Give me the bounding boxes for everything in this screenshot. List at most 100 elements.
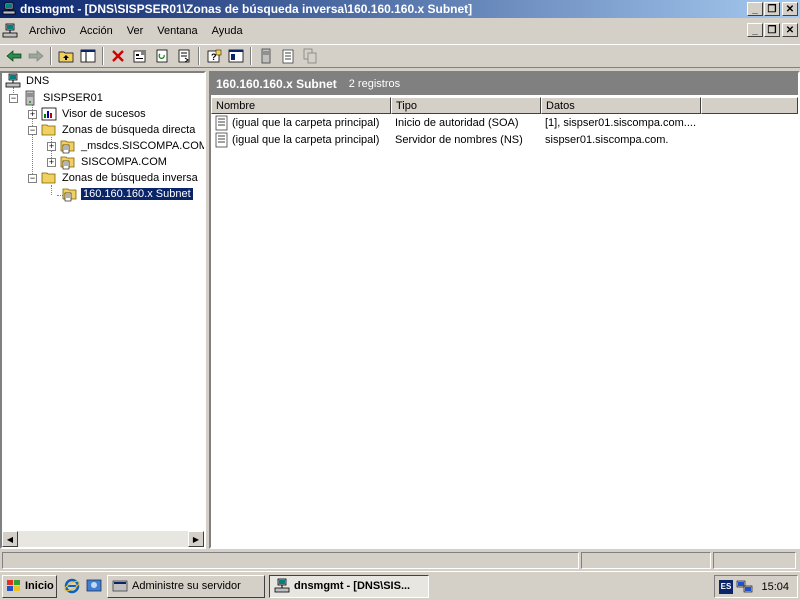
tree-node-zone-msdcs[interactable]: + _msdcs.SISCOMPA.COM bbox=[47, 138, 204, 154]
toolbar-separator bbox=[50, 47, 52, 65]
tree-line bbox=[51, 185, 52, 195]
mmc-document-icon[interactable] bbox=[2, 23, 18, 39]
refresh-button[interactable] bbox=[151, 46, 173, 66]
restore-icon: ❐ bbox=[767, 3, 777, 15]
menu-archivo[interactable]: Archivo bbox=[22, 25, 73, 37]
column-header-tipo[interactable]: Tipo bbox=[391, 97, 541, 114]
record-icon bbox=[215, 132, 228, 147]
taskbar-item-manage-server[interactable]: Administre su servidor bbox=[107, 574, 265, 598]
collapse-icon[interactable]: − bbox=[28, 173, 37, 183]
network-icon[interactable] bbox=[736, 579, 754, 595]
maximize-button[interactable]: ❐ bbox=[764, 2, 780, 16]
scroll-right-button[interactable]: ▶ bbox=[188, 531, 204, 547]
toolbar-separator bbox=[198, 47, 200, 65]
taskbar-item-dnsmgmt[interactable]: dnsmgmt - [DNS\SIS... bbox=[269, 574, 429, 598]
menu-accion[interactable]: Acción bbox=[73, 25, 120, 37]
tree-node-reverse-subnet[interactable]: 160.160.160.x Subnet bbox=[62, 186, 194, 202]
export-list-button[interactable] bbox=[173, 46, 195, 66]
taskbar: Inicio Administre su servidor dnsmgmt - … bbox=[0, 571, 800, 600]
scroll-track[interactable] bbox=[18, 531, 188, 547]
dns-root-icon bbox=[5, 73, 21, 88]
internet-explorer-icon[interactable] bbox=[63, 577, 81, 595]
toolbar-separator bbox=[102, 47, 104, 65]
system-tray: ES 15:04 bbox=[714, 575, 798, 598]
forward-button[interactable] bbox=[25, 46, 47, 66]
minimize-icon: _ bbox=[752, 24, 758, 36]
minimize-button[interactable]: _ bbox=[747, 2, 763, 16]
child-minimize-button[interactable]: _ bbox=[747, 23, 763, 37]
show-desktop-icon[interactable] bbox=[85, 577, 103, 595]
record-name: (igual que la carpeta principal) bbox=[232, 133, 380, 146]
status-bar bbox=[0, 551, 800, 570]
tree-node-zone-siscompa[interactable]: + SISCOMPA.COM bbox=[47, 154, 169, 170]
tree-node-dns[interactable]: DNS bbox=[5, 73, 51, 89]
collapse-icon[interactable]: − bbox=[28, 125, 37, 135]
details-pane: 160.160.160.x Subnet 2 registros Nombre … bbox=[209, 71, 800, 549]
tree-label-reverse-zones: Zonas de búsqueda inversa bbox=[62, 172, 198, 184]
tree-horizontal-scrollbar[interactable]: ◀ ▶ bbox=[2, 531, 204, 547]
minimize-icon: _ bbox=[752, 3, 758, 15]
menu-ver[interactable]: Ver bbox=[120, 25, 151, 37]
up-level-button[interactable] bbox=[55, 46, 77, 66]
console-tree: DNS − SISPSER01 + Visor de sucesos − Zon… bbox=[2, 73, 204, 531]
help-button[interactable]: ? bbox=[203, 46, 225, 66]
record-name: (igual que la carpeta principal) bbox=[232, 116, 380, 129]
update-server-button[interactable] bbox=[255, 46, 277, 66]
expand-icon[interactable]: + bbox=[28, 109, 37, 119]
properties-button[interactable] bbox=[129, 46, 151, 66]
event-viewer-icon bbox=[41, 107, 57, 121]
delete-button[interactable] bbox=[107, 46, 129, 66]
show-hide-tree-button[interactable] bbox=[77, 46, 99, 66]
child-close-button[interactable]: ✕ bbox=[782, 23, 798, 37]
arrow-right-icon: ▶ bbox=[192, 534, 200, 544]
action-pane-button[interactable] bbox=[225, 46, 247, 66]
multi-record-icon bbox=[303, 48, 317, 64]
record-row[interactable]: (igual que la carpeta principal) Servido… bbox=[211, 131, 798, 148]
server-icon bbox=[25, 90, 35, 106]
svg-text:?: ? bbox=[211, 52, 217, 62]
tree-label-forward-zones: Zonas de búsqueda directa bbox=[62, 124, 196, 136]
tree-label-reverse-subnet: 160.160.160.x Subnet bbox=[80, 187, 194, 201]
expand-icon[interactable]: + bbox=[47, 157, 56, 167]
tree-label-zone-siscompa: SISCOMPA.COM bbox=[81, 156, 167, 168]
tree-node-reverse-zones[interactable]: − Zonas de búsqueda inversa bbox=[28, 170, 200, 186]
tree-node-event-viewer[interactable]: + Visor de sucesos bbox=[28, 106, 148, 122]
dns-app-icon bbox=[2, 2, 16, 15]
close-button[interactable]: ✕ bbox=[782, 2, 798, 16]
expand-icon[interactable]: + bbox=[47, 141, 56, 151]
tree-label-server: SISPSER01 bbox=[43, 92, 103, 104]
column-header-nombre[interactable]: Nombre bbox=[211, 97, 391, 114]
collapse-icon[interactable]: − bbox=[9, 93, 18, 103]
record-icon bbox=[282, 49, 294, 64]
clock[interactable]: 15:04 bbox=[761, 581, 789, 593]
menu-ventana[interactable]: Ventana bbox=[150, 25, 204, 37]
new-domain-button[interactable] bbox=[299, 46, 321, 66]
help-icon: ? bbox=[207, 49, 222, 63]
scroll-left-button[interactable]: ◀ bbox=[2, 531, 18, 547]
close-icon: ✕ bbox=[785, 3, 795, 15]
tree-node-forward-zones[interactable]: − Zonas de búsqueda directa bbox=[28, 122, 197, 138]
column-header-datos[interactable]: Datos bbox=[541, 97, 701, 114]
status-panel-2 bbox=[581, 552, 711, 569]
back-button[interactable] bbox=[3, 46, 25, 66]
tree-node-server[interactable]: − SISPSER01 bbox=[9, 90, 105, 106]
console-tree-pane: DNS − SISPSER01 + Visor de sucesos − Zon… bbox=[0, 71, 206, 549]
new-record-button[interactable] bbox=[277, 46, 299, 66]
zone-folder-icon bbox=[60, 140, 75, 154]
dns-app-icon bbox=[274, 578, 290, 593]
language-indicator[interactable]: ES bbox=[719, 579, 733, 594]
export-list-icon bbox=[178, 49, 190, 63]
folder-open-icon bbox=[41, 172, 56, 184]
column-header-filler bbox=[701, 97, 798, 114]
child-restore-button[interactable]: ❐ bbox=[764, 23, 780, 37]
properties-icon bbox=[133, 50, 146, 63]
action-pane-icon bbox=[228, 49, 244, 63]
record-count: 2 registros bbox=[348, 78, 401, 90]
start-button[interactable]: Inicio bbox=[2, 574, 57, 598]
record-row[interactable]: (igual que la carpeta principal) Inicio … bbox=[211, 114, 798, 131]
menu-bar: Archivo Acción Ver Ventana Ayuda _ ❐ ✕ bbox=[0, 20, 800, 42]
menu-ayuda[interactable]: Ayuda bbox=[205, 25, 250, 37]
restore-icon: ❐ bbox=[767, 24, 777, 36]
record-data: [1], sispser01.siscompa.com.... bbox=[545, 116, 696, 129]
status-panel-main bbox=[2, 552, 579, 569]
